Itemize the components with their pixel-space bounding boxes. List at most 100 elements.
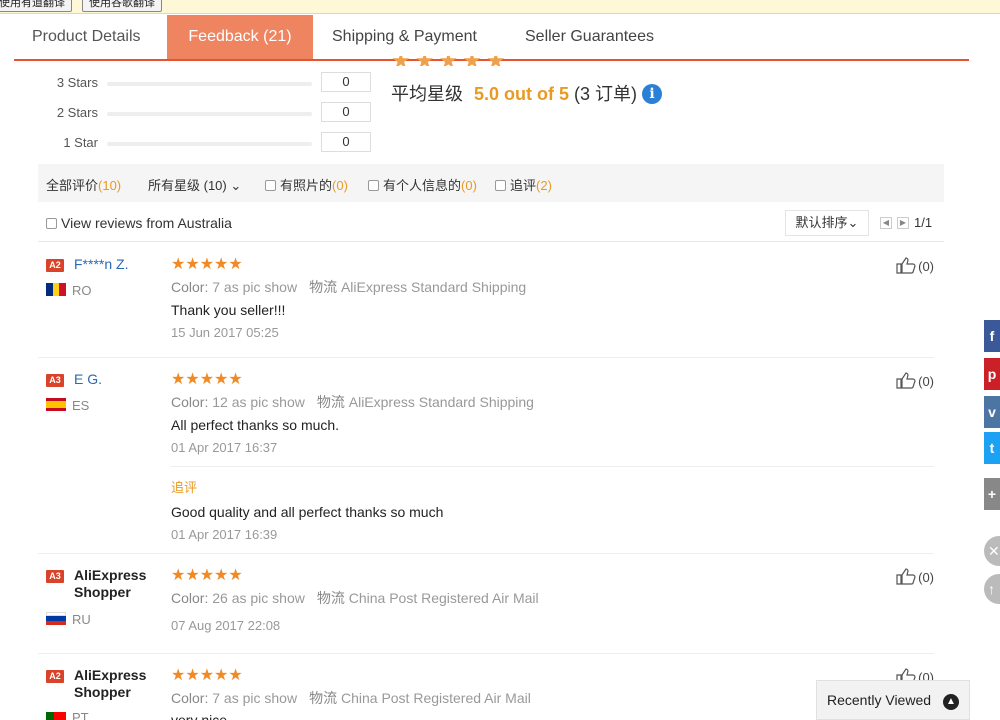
review-meta: Color: 7 as pic show 物流 AliExpress Standa… [171,277,526,297]
star-row-bar [107,142,312,146]
review-stars: ★★★★★ [171,256,243,273]
reviewer-country: RO [72,283,92,298]
thumbs-up-icon [896,568,916,585]
checkbox-icon[interactable] [46,218,57,229]
filter-follow-up[interactable]: 追评(2) [495,175,552,194]
reviewer-name[interactable]: E G. [74,371,102,387]
buyer-level-badge: A3 [46,374,64,387]
review-item: A2 F****n Z. RO ★★★★★ Color: 7 as pic sh… [38,243,934,358]
summary-stars: ★★★★★ [391,56,510,66]
recently-viewed-label: Recently Viewed [827,692,932,708]
filter-with-personal-info[interactable]: 有个人信息的(0) [368,175,477,194]
reviewer-name[interactable]: AliExpress Shopper [74,667,184,701]
review-meta: Color: 12 as pic show 物流 AliExpress Stand… [171,392,534,412]
australia-reviews-label: View reviews from Australia [61,215,232,231]
chevron-down-icon: ⌄ [230,178,242,193]
chevron-up-icon: ▲ [942,694,959,710]
shipping-key: 物流 [309,279,338,295]
color-value: 7 as pic show [212,690,298,706]
info-icon[interactable]: i [642,84,663,104]
shipping-key: 物流 [316,590,345,606]
australia-reviews-toggle[interactable]: View reviews from Australia [46,215,232,231]
close-icon[interactable]: ✕ [984,536,1000,566]
review-stars: ★★★★★ [171,667,243,684]
flag-ru-icon [46,612,66,625]
divider [171,466,934,467]
review-date: 07 Aug 2017 22:08 [171,618,281,633]
twitter-share-icon[interactable]: t [984,432,1000,464]
star-row-2[interactable]: 2 Stars 0 [40,102,380,124]
color-value: 7 as pic show [212,279,298,295]
thumbs-up-icon [896,257,916,274]
page-count: 1/1 [914,215,933,230]
star-row-label: 2 Stars [56,105,98,120]
pinterest-share-icon[interactable]: p [984,358,1000,390]
youdao-translate-button[interactable]: 使用有道翻译 [0,0,72,12]
sort-label: 默认排序 [795,215,848,230]
tab-seller-guarantees[interactable]: Seller Guarantees [525,15,654,59]
checkbox-icon[interactable] [368,180,379,191]
filter-label: 所有星级 (10) [148,178,227,193]
star-row-1[interactable]: 1 Star 0 [40,132,380,154]
review-toolbar: View reviews from Australia 默认排序⌄ ◀ ▶ 1/… [38,210,944,242]
star-row-bar [107,112,312,116]
helpful-button[interactable]: (0) [896,372,934,389]
review-text: Thank you seller!!! [171,302,286,318]
tab-feedback[interactable]: Feedback (21) [167,15,313,59]
facebook-share-icon[interactable]: f [984,320,1000,352]
shipping-value: AliExpress Standard Shipping [348,394,534,410]
filter-with-photos[interactable]: 有照片的(0) [265,175,348,194]
checkbox-icon[interactable] [265,180,276,191]
arrow-up-icon[interactable]: ↑ [984,574,1000,604]
reviewer-name[interactable]: F****n Z. [74,256,128,272]
review-filter-bar: 全部评价(10) 所有星级 (10) ⌄ 有照片的(0) 有个人信息的(0) 追… [38,164,944,202]
average-rating-label: 平均星级 [391,84,463,104]
flag-es-icon [46,398,66,411]
flag-pt-icon [46,712,66,720]
follow-up-date: 01 Apr 2017 16:39 [171,527,278,542]
filter-count: (0) [332,178,348,193]
star-row-count: 0 [321,102,371,122]
follow-up-text: Good quality and all perfect thanks so m… [171,504,444,520]
product-tabs: Product Details Feedback (21) Shipping &… [14,15,969,61]
color-value: 12 as pic show [212,394,305,410]
next-page-button[interactable]: ▶ [897,217,909,229]
checkbox-icon[interactable] [495,180,506,191]
helpful-button[interactable]: (0) [896,257,934,274]
review-text: All perfect thanks so much. [171,417,340,433]
more-share-icon[interactable]: + [984,478,1000,510]
star-row-count: 0 [321,132,371,152]
reviewer-name[interactable]: AliExpress Shopper [74,567,184,601]
tab-product-details[interactable]: Product Details [32,15,141,59]
filter-star-dropdown[interactable]: 所有星级 (10) ⌄ [148,175,241,194]
star-row-label: 1 Star [63,135,98,150]
reviewer-country: RU [72,612,91,627]
filter-count: (0) [461,178,477,193]
color-key: Color: [171,394,209,410]
filter-count: (10) [98,178,122,193]
review-meta: Color: 7 as pic show 物流 China Post Regist… [171,688,531,708]
color-key: Color: [171,690,209,706]
sort-dropdown[interactable]: 默认排序⌄ [785,210,869,236]
reviewer-country: ES [72,398,90,413]
thumbs-up-icon [896,372,916,389]
review-date: 15 Jun 2017 05:25 [171,325,279,340]
prev-page-button[interactable]: ◀ [880,217,892,229]
order-count: (3 订单) [574,84,638,104]
helpful-button[interactable]: (0) [896,568,934,585]
shipping-key: 物流 [309,690,338,706]
follow-up-label: 追评 [171,480,198,495]
google-translate-button[interactable]: 使用谷歌翻译 [82,0,162,12]
color-key: Color: [171,590,209,606]
review-item: A3 AliExpress Shopper RU ★★★★★ Color: 26… [38,554,934,654]
review-stars: ★★★★★ [171,567,243,584]
vk-share-icon[interactable]: v [984,396,1000,428]
recently-viewed-bar[interactable]: Recently Viewed ▲ [816,680,970,720]
helpful-count: (0) [918,570,934,585]
filter-all-reviews[interactable]: 全部评价(10) [46,175,121,194]
star-row-3[interactable]: 3 Stars 0 [40,72,380,94]
tab-shipping-payment[interactable]: Shipping & Payment [332,15,477,59]
shipping-value: China Post Registered Air Mail [340,690,531,706]
reviewer-country: PT [72,710,89,720]
review-item: A2 AliExpress Shopper PT ★★★★★ Color: 7 … [38,654,934,720]
